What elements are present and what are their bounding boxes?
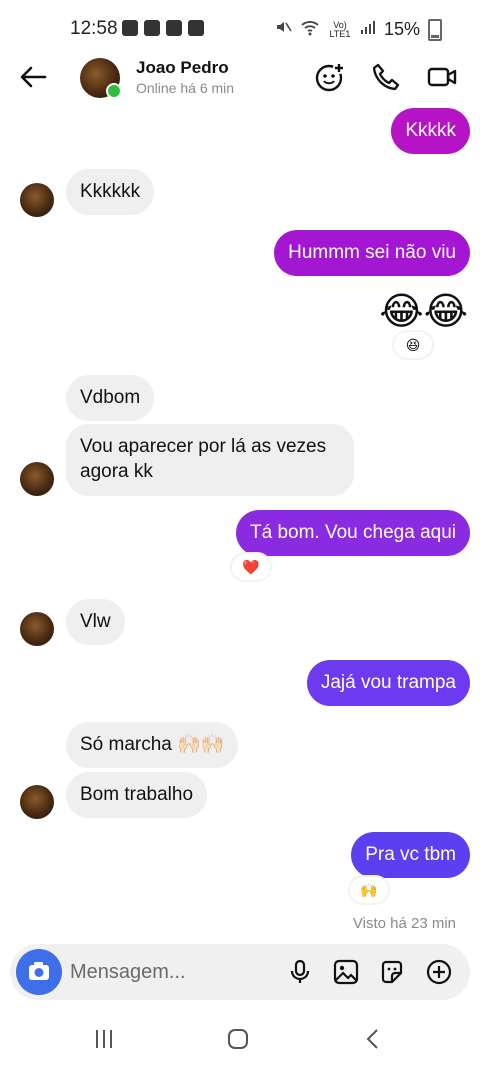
incoming-message[interactable]: Bom trabalho: [66, 772, 208, 818]
contact-avatar-small[interactable]: [20, 612, 54, 646]
incoming-message[interactable]: Só marcha 🙌🏻🙌🏻: [66, 722, 239, 768]
contact-avatar-small[interactable]: [20, 462, 54, 496]
camera-icon: [29, 962, 49, 980]
add-emoji-icon[interactable]: [314, 61, 346, 93]
back-arrow-icon[interactable]: [18, 62, 48, 92]
outgoing-message[interactable]: Hummm sei não viu: [274, 230, 470, 276]
contact-avatar-small[interactable]: [20, 785, 54, 819]
gallery-icon[interactable]: [333, 959, 359, 985]
system-icons: Vo) LTE1 15%: [274, 18, 442, 41]
notification-icon: [166, 20, 182, 36]
notification-icons: [122, 20, 204, 36]
message-reaction[interactable]: 🙌: [350, 877, 388, 903]
message-input[interactable]: Mensagem...: [70, 961, 186, 984]
message-reaction[interactable]: ❤️: [232, 554, 270, 580]
outgoing-message[interactable]: Kkkkk: [391, 108, 470, 154]
seen-status: Visto há 23 min: [352, 915, 456, 932]
contact-avatar-small[interactable]: [20, 183, 54, 217]
message-reaction[interactable]: 😆: [394, 332, 432, 358]
outgoing-message[interactable]: Jajá vou trampa: [306, 660, 470, 706]
notification-icon: [144, 20, 160, 36]
system-nav-bar: [0, 1010, 480, 1067]
contact-status: Online há 6 min: [136, 80, 235, 96]
incoming-message[interactable]: Vlw: [66, 599, 125, 645]
add-circle-icon[interactable]: [426, 959, 452, 985]
wifi-icon: [300, 18, 320, 41]
outgoing-message[interactable]: Tá bom. Vou chega aqui: [236, 510, 470, 556]
battery-icon: [428, 18, 442, 41]
mute-icon: [274, 18, 292, 41]
contact-name[interactable]: Joao Pedro: [136, 58, 229, 78]
back-nav-icon[interactable]: [362, 1028, 386, 1050]
image-notification-icon: [188, 20, 204, 36]
outgoing-message[interactable]: Pra vc tbm: [351, 832, 470, 878]
battery-percent: 15%: [383, 19, 420, 39]
home-icon[interactable]: [226, 1028, 250, 1050]
message-composer: Mensagem...: [10, 944, 470, 1000]
outgoing-emoji-message[interactable]: 😂😂: [379, 292, 468, 332]
sticker-icon[interactable]: [379, 959, 405, 985]
online-indicator: [106, 83, 122, 99]
phone-icon[interactable]: [370, 61, 402, 93]
status-time: 12:58: [70, 18, 118, 39]
status-bar: 12:58 Vo) LTE1 15%: [0, 0, 480, 58]
incoming-message[interactable]: Vou aparecer por lá as vezes agora kk: [66, 424, 354, 496]
notification-icon: [122, 20, 138, 36]
signal-icon: [360, 19, 376, 40]
camera-button[interactable]: [16, 949, 62, 995]
microphone-icon[interactable]: [287, 959, 313, 985]
video-icon[interactable]: [426, 61, 458, 93]
chat-header: Joao Pedro Online há 6 min: [0, 58, 480, 99]
incoming-message[interactable]: Vdbom: [66, 375, 155, 421]
recent-apps-icon[interactable]: [92, 1028, 116, 1050]
incoming-message[interactable]: Kkkkkk: [66, 169, 155, 215]
lte-label: Vo) LTE1: [329, 19, 351, 39]
